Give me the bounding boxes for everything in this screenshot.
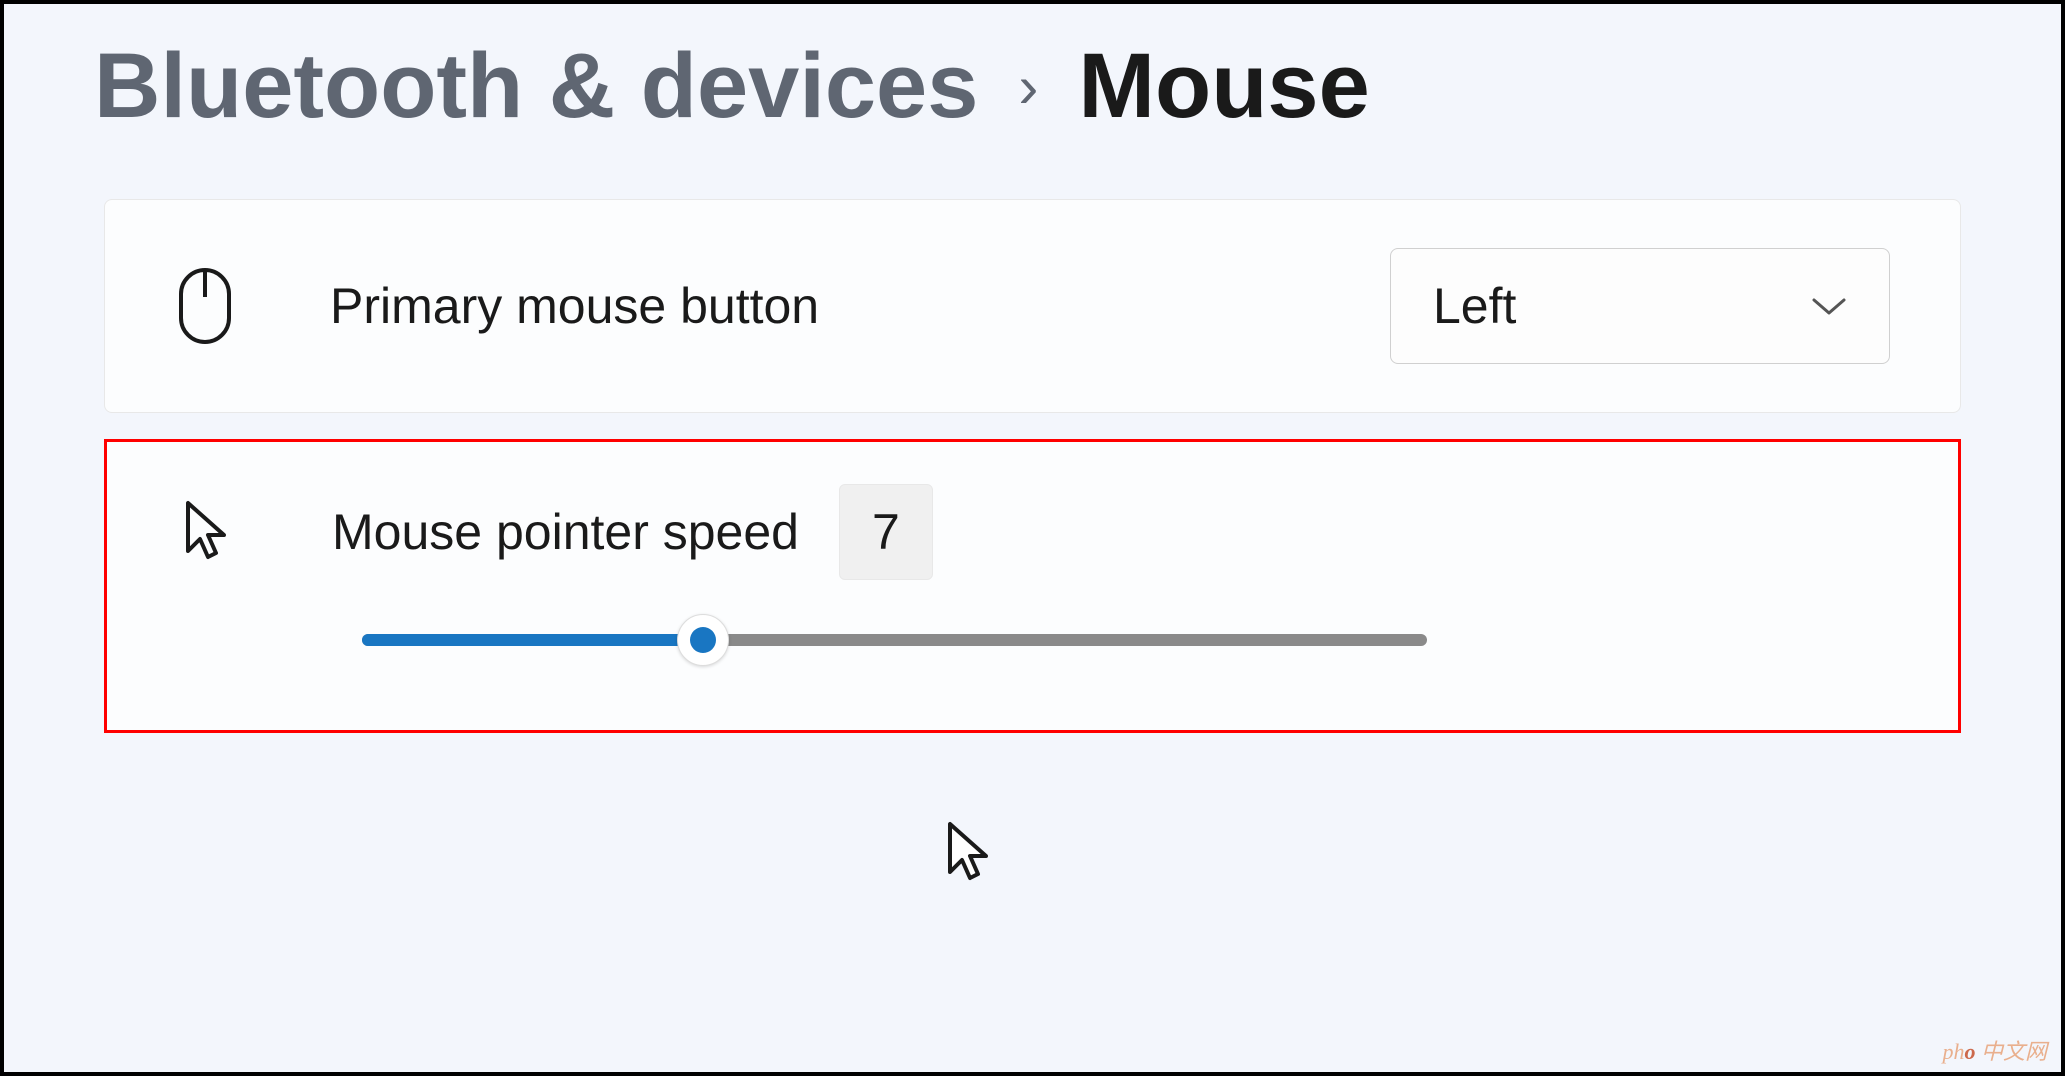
pointer-speed-slider[interactable] bbox=[362, 610, 1427, 670]
breadcrumb-current: Mouse bbox=[1078, 34, 1369, 139]
slider-thumb[interactable] bbox=[677, 614, 729, 666]
breadcrumb: Bluetooth & devices › Mouse bbox=[4, 4, 2061, 199]
mouse-pointer-speed-card: Mouse pointer speed 7 bbox=[104, 439, 1961, 733]
watermark: pho 中文网 bbox=[1942, 1034, 2047, 1066]
chevron-down-icon bbox=[1811, 296, 1847, 316]
cursor-overlay-icon bbox=[944, 820, 996, 893]
pointer-speed-value: 7 bbox=[839, 484, 933, 580]
chevron-right-icon: › bbox=[1018, 52, 1038, 121]
cursor-icon bbox=[177, 499, 237, 565]
slider-fill bbox=[362, 634, 703, 646]
primary-button-label: Primary mouse button bbox=[330, 277, 819, 335]
pointer-speed-label: Mouse pointer speed bbox=[332, 503, 799, 561]
mouse-icon bbox=[175, 267, 235, 345]
primary-mouse-button-card: Primary mouse button Left bbox=[104, 199, 1961, 413]
primary-button-dropdown[interactable]: Left bbox=[1390, 248, 1890, 364]
dropdown-value: Left bbox=[1433, 277, 1516, 335]
breadcrumb-parent[interactable]: Bluetooth & devices bbox=[94, 34, 978, 139]
